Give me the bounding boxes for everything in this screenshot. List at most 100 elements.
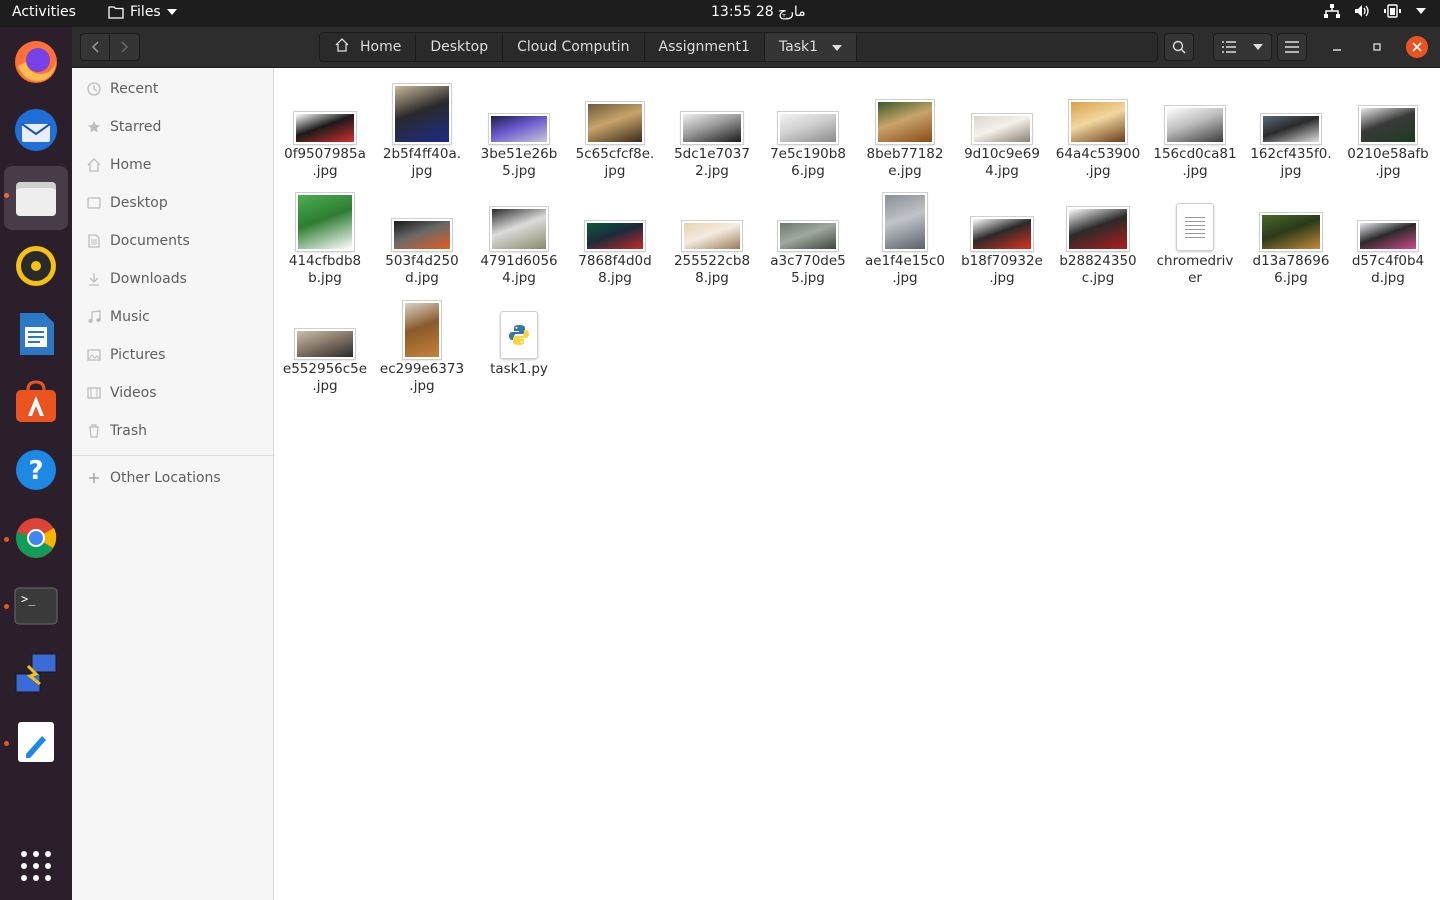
file-name-line: d.jpg <box>405 270 439 286</box>
sidebar-item-label: Home <box>110 157 152 173</box>
sidebar-item-desktop[interactable]: Desktop <box>72 184 273 222</box>
search-button[interactable] <box>1164 33 1194 61</box>
rhythmbox-icon[interactable] <box>4 234 68 298</box>
file-item[interactable]: task1.py <box>471 287 567 378</box>
file-thumbnail-area <box>471 179 567 251</box>
sidebar-item-starred[interactable]: Starred <box>72 108 273 146</box>
system-menu-caret-icon <box>1416 8 1426 14</box>
file-name: d13a78696 6.jpg <box>1243 253 1339 287</box>
file-name-line: .jpg <box>1182 163 1208 179</box>
file-name-line: jpg <box>411 163 433 179</box>
sidebar-item-other-locations[interactable]: Other Locations <box>72 459 273 497</box>
python-file-icon <box>500 311 538 359</box>
file-item[interactable]: e552956c5e .jpg <box>277 287 373 395</box>
file-thumbnail-area <box>857 72 953 144</box>
firefox-icon[interactable] <box>4 30 68 94</box>
minimize-button[interactable] <box>1327 37 1347 57</box>
file-item[interactable]: 5dc1e7037 2.jpg <box>664 72 760 180</box>
file-item[interactable]: 2b5f4ff40a. jpg <box>374 72 470 180</box>
ubuntu-software-icon[interactable] <box>4 370 68 434</box>
chrome-icon[interactable] <box>4 506 68 570</box>
file-item[interactable]: a3c770de5 5.jpg <box>760 179 856 287</box>
files-app-icon[interactable] <box>4 166 68 230</box>
sidebar-item-label: Music <box>110 309 150 325</box>
app-menu[interactable]: Files <box>108 4 177 20</box>
file-item[interactable]: 162cf435f0. jpg <box>1243 72 1339 180</box>
file-name-line: 6.jpg <box>791 163 825 179</box>
breadcrumb-cloud-computing[interactable]: Cloud Computin <box>503 33 645 61</box>
chevron-right-icon <box>120 41 128 53</box>
file-thumbnail-area <box>1147 179 1243 251</box>
activities-button[interactable]: Activities <box>12 4 76 20</box>
show-applications-icon[interactable] <box>4 834 68 898</box>
breadcrumb-task1[interactable]: Task1 <box>764 33 857 61</box>
file-item[interactable]: b28824350 c.jpg <box>1050 179 1146 287</box>
image-thumbnail <box>1261 114 1321 144</box>
menu-button[interactable] <box>1277 33 1307 61</box>
sidebar-item-videos[interactable]: Videos <box>72 374 273 412</box>
file-item[interactable]: 156cd0ca81 .jpg <box>1147 72 1243 180</box>
file-name-line: 9d10c9e69 <box>964 146 1040 162</box>
file-name: 5c65cfcf8e. jpg <box>567 146 663 180</box>
terminal-icon[interactable]: >_ <box>4 574 68 638</box>
file-name: 9d10c9e69 4.jpg <box>954 146 1050 180</box>
file-item[interactable]: b18f70932e .jpg <box>954 179 1050 287</box>
maximize-button[interactable] <box>1367 37 1387 57</box>
file-item[interactable]: d57c4f0b4 d.jpg <box>1340 179 1436 287</box>
file-item[interactable]: ae1f4e15c0 .jpg <box>857 179 953 287</box>
forward-button[interactable] <box>110 33 140 61</box>
system-tray[interactable] <box>1324 4 1426 18</box>
file-name-line: .jpg <box>312 378 338 394</box>
sidebar-item-home[interactable]: Home <box>72 146 273 184</box>
clock[interactable]: مارچ 28 13:55 <box>711 4 806 20</box>
close-button[interactable] <box>1406 36 1428 58</box>
file-item[interactable]: 9d10c9e69 4.jpg <box>954 72 1050 180</box>
writer-icon[interactable] <box>4 302 68 366</box>
file-item[interactable]: d13a78696 6.jpg <box>1243 179 1339 287</box>
file-grid[interactable]: 0f9507985a .jpg 2b5f4ff40a. jpg 3be51e26b 5.j… <box>274 68 1440 900</box>
file-thumbnail-area <box>1243 179 1339 251</box>
sidebar-divider <box>72 455 273 456</box>
file-item[interactable]: 3be51e26b 5.jpg <box>471 72 567 180</box>
file-item[interactable]: 503f4d250 d.jpg <box>374 179 470 287</box>
file-item[interactable]: 0f9507985a .jpg <box>277 72 373 180</box>
file-name-line: .jpg <box>312 163 338 179</box>
file-item[interactable]: 255522cb8 8.jpg <box>664 179 760 287</box>
file-item[interactable]: 5c65cfcf8e. jpg <box>567 72 663 180</box>
text-editor-icon[interactable] <box>4 710 68 774</box>
sidebar-item-music[interactable]: Music <box>72 298 273 336</box>
file-item[interactable]: 4791d6056 4.jpg <box>471 179 567 287</box>
file-item[interactable]: 7e5c190b8 6.jpg <box>760 72 856 180</box>
sidebar-item-pictures[interactable]: Pictures <box>72 336 273 374</box>
back-button[interactable] <box>80 33 110 61</box>
file-item[interactable]: ec299e6373 .jpg <box>374 287 470 395</box>
image-thumbnail <box>1359 106 1417 144</box>
view-toggle-button[interactable] <box>1213 33 1272 61</box>
file-item[interactable]: 64a4c53900 .jpg <box>1050 72 1146 180</box>
breadcrumb-home[interactable]: Home <box>320 33 417 61</box>
breadcrumb-desktop[interactable]: Desktop <box>416 33 504 61</box>
file-item[interactable]: 0210e58afb .jpg <box>1340 72 1436 180</box>
file-thumbnail-area <box>374 179 470 251</box>
file-name-line: b.jpg <box>308 270 342 286</box>
path-bar: Home Desktop Cloud Computin Assignment1 … <box>319 32 1158 62</box>
image-thumbnail <box>489 114 549 144</box>
star-icon <box>86 119 102 135</box>
file-item[interactable]: 8beb77182 e.jpg <box>857 72 953 180</box>
file-thumbnail-area <box>567 72 663 144</box>
app-menu-label: Files <box>130 4 161 20</box>
sidebar-item-downloads[interactable]: Downloads <box>72 260 273 298</box>
file-item[interactable]: chromedriv er <box>1147 179 1243 287</box>
caret-down-icon <box>1252 44 1263 50</box>
sidebar-item-trash[interactable]: Trash <box>72 412 273 450</box>
help-icon[interactable]: ? <box>4 438 68 502</box>
file-item[interactable]: 7868f4d0d 8.jpg <box>567 179 663 287</box>
remote-desktop-icon[interactable] <box>4 642 68 706</box>
thunderbird-icon[interactable] <box>4 98 68 162</box>
file-name-line: ae1f4e15c0 <box>864 253 945 269</box>
sidebar-item-recent[interactable]: Recent <box>72 70 273 108</box>
breadcrumb-assignment1[interactable]: Assignment1 <box>645 33 765 61</box>
sidebar: Recent Starred Home Desktop Documents Do… <box>72 68 274 900</box>
sidebar-item-documents[interactable]: Documents <box>72 222 273 260</box>
file-item[interactable]: 414cfbdb8 b.jpg <box>277 179 373 287</box>
